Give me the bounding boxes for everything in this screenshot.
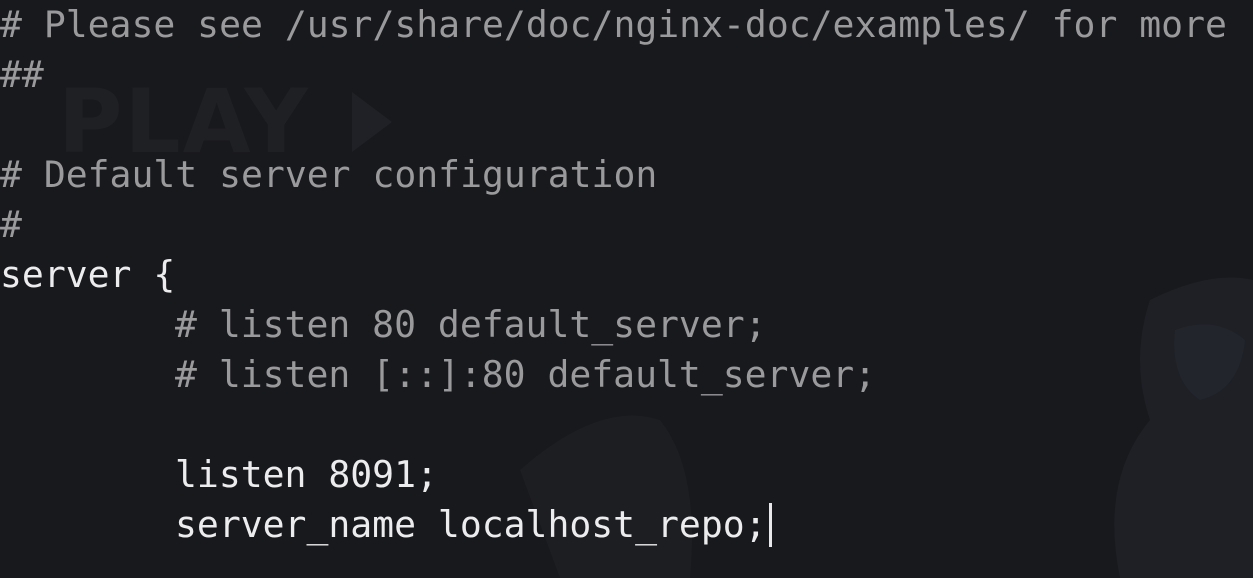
code-line-text: server { <box>0 253 176 296</box>
code-line[interactable]: server_name localhost_repo; <box>0 500 1253 550</box>
code-line-text: listen 8091; <box>175 453 438 496</box>
code-line[interactable]: listen 8091; <box>0 450 1253 500</box>
code-line[interactable]: # Please see /usr/share/doc/nginx-doc/ex… <box>0 0 1253 50</box>
text-cursor <box>768 503 772 547</box>
code-line-text: # Please see /usr/share/doc/nginx-doc/ex… <box>0 3 1227 46</box>
code-line-text: # Default server configuration <box>0 153 658 196</box>
code-line[interactable]: # <box>0 200 1253 250</box>
code-line[interactable] <box>0 100 1253 150</box>
code-line-text: # listen [::]:80 default_server; <box>175 353 877 396</box>
code-line[interactable]: ## <box>0 50 1253 100</box>
code-line[interactable]: # listen [::]:80 default_server; <box>0 350 1253 400</box>
code-line-text: # <box>0 203 22 246</box>
terminal-window[interactable]: PLAY # Please see /usr/share/doc/nginx-d… <box>0 0 1253 578</box>
code-line-text: ## <box>0 53 44 96</box>
code-line-text: # listen 80 default_server; <box>175 303 767 346</box>
code-line-text: server_name localhost_repo; <box>175 503 767 546</box>
code-editor[interactable]: # Please see /usr/share/doc/nginx-doc/ex… <box>0 0 1253 550</box>
code-line[interactable]: # Default server configuration <box>0 150 1253 200</box>
code-line[interactable] <box>0 400 1253 450</box>
code-line[interactable]: server { <box>0 250 1253 300</box>
code-line[interactable]: # listen 80 default_server; <box>0 300 1253 350</box>
